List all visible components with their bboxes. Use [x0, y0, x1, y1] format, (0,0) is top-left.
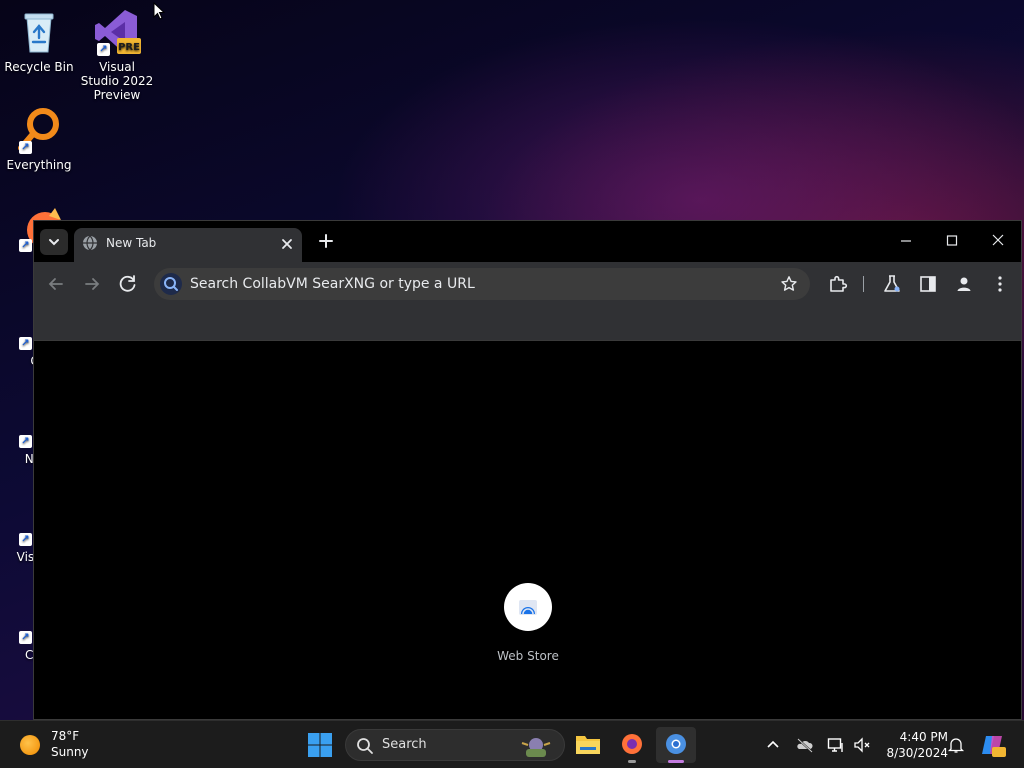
minimize-icon[interactable]: [884, 225, 928, 257]
bookmarks-bar: [34, 305, 1021, 341]
shortcut-arrow-icon: ↗: [19, 435, 32, 448]
search-icon: [160, 273, 182, 295]
shortcut-label: Web Store: [497, 649, 559, 663]
tab-title: New Tab: [106, 236, 157, 250]
volume-muted-icon[interactable]: [852, 735, 872, 755]
copilot-preview-icon[interactable]: [980, 732, 1006, 758]
shortcut-arrow-icon: ↗: [19, 631, 32, 644]
mouse-cursor-icon: [153, 2, 165, 20]
browser-titlebar[interactable]: New Tab: [34, 221, 1021, 262]
taskbar-chrome[interactable]: [656, 727, 696, 763]
onedrive-offline-icon[interactable]: [795, 735, 815, 755]
tab-new-tab[interactable]: New Tab: [74, 228, 302, 262]
desktop-icon-label: Everything: [6, 158, 72, 172]
omnibox[interactable]: [154, 268, 810, 300]
bookmark-star-icon[interactable]: [780, 275, 798, 293]
browser-toolbar: [34, 262, 1021, 305]
desktop-icon-everything[interactable]: ↗ Everything: [1, 106, 77, 172]
globe-icon: [83, 235, 97, 251]
search-highlight-illustration-icon: [521, 738, 551, 757]
visual-studio-preview-icon: PRE ↗: [93, 8, 141, 56]
omnibox-input[interactable]: [190, 273, 770, 295]
shortcut-arrow-icon: ↗: [19, 141, 32, 154]
taskbar: 78°F Sunny Search 4:40 PM 8/30/2024: [0, 720, 1024, 768]
shortcut-arrow-icon: ↗: [19, 337, 32, 350]
forward-arrow-icon[interactable]: [78, 270, 106, 298]
windows-start-icon[interactable]: [306, 731, 334, 759]
recycle-bin-icon: [15, 8, 63, 56]
maximize-icon[interactable]: [930, 225, 974, 257]
network-display-icon[interactable]: [826, 735, 846, 755]
active-indicator: [668, 760, 684, 763]
folder-icon: [576, 736, 600, 754]
labs-flask-icon[interactable]: [882, 274, 902, 294]
svg-text:PRE: PRE: [118, 42, 140, 53]
notification-bell-icon[interactable]: [946, 735, 966, 755]
clock-date: 8/30/2024: [886, 746, 948, 760]
shortcut-arrow-icon: ↗: [97, 43, 110, 56]
desktop-icon-visual-studio-preview[interactable]: PRE ↗ Visual Studio 2022 Preview: [79, 8, 155, 102]
weather-condition: Sunny: [51, 745, 89, 759]
taskbar-clock[interactable]: 4:40 PM 8/30/2024: [878, 729, 948, 761]
taskbar-firefox[interactable]: [612, 727, 652, 763]
back-arrow-icon[interactable]: [42, 270, 70, 298]
side-panel-icon[interactable]: [918, 274, 938, 294]
clock-time: 4:40 PM: [899, 730, 948, 744]
profile-avatar-icon[interactable]: [954, 274, 974, 294]
taskbar-file-explorer[interactable]: [568, 727, 608, 763]
weather-temperature: 78°F: [51, 729, 80, 743]
menu-kebab-icon[interactable]: [990, 274, 1010, 294]
new-tab-page: Web Store: [34, 342, 1021, 719]
sun-icon: [20, 735, 40, 755]
chevron-down-icon: [49, 239, 59, 246]
web-store-icon: [504, 583, 552, 631]
browser-window[interactable]: New Tab Search CollabVM SearXNG or type …: [33, 220, 1022, 720]
shortcut-arrow-icon: ↗: [19, 239, 32, 252]
everything-search-icon: ↗: [15, 106, 63, 154]
desktop-icon-label: Visual Studio 2022 Preview: [80, 60, 154, 102]
reload-icon[interactable]: [114, 270, 142, 298]
close-tab-icon[interactable]: [278, 235, 296, 253]
desktop-icon-label: Recycle Bin: [4, 60, 74, 74]
running-indicator: [628, 760, 636, 763]
search-icon: [357, 738, 373, 754]
close-window-icon[interactable]: [976, 225, 1020, 257]
extensions-puzzle-icon[interactable]: [828, 274, 848, 294]
toolbar-divider: [863, 276, 864, 292]
taskbar-search-label: Search: [382, 737, 427, 752]
taskbar-search-box[interactable]: Search: [345, 729, 565, 761]
desktop-icon-recycle-bin[interactable]: Recycle Bin: [1, 8, 77, 74]
tab-search-button[interactable]: [40, 229, 68, 255]
shortcut-arrow-icon: ↗: [19, 533, 32, 546]
new-tab-plus-icon[interactable]: [314, 229, 338, 253]
shortcut-web-store[interactable]: Web Store: [488, 583, 568, 663]
chevron-up-icon[interactable]: [763, 735, 783, 755]
firefox-icon: [622, 734, 642, 754]
chrome-icon: [666, 734, 686, 754]
